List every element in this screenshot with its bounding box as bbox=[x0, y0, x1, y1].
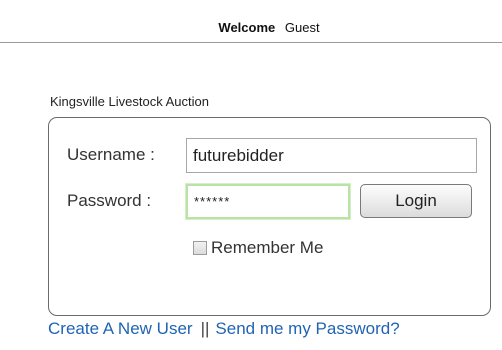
login-button[interactable]: Login bbox=[360, 184, 472, 218]
create-user-link[interactable]: Create A New User bbox=[48, 319, 193, 338]
welcome-bar: Welcome Guest bbox=[0, 20, 502, 35]
welcome-label: Welcome bbox=[218, 20, 276, 35]
remember-me-label[interactable]: Remember Me bbox=[211, 238, 323, 258]
account-links: Create A New User || Send me my Password? bbox=[48, 319, 400, 339]
username-input[interactable] bbox=[186, 138, 477, 173]
login-page: Welcome Guest Kingsville Livestock Aucti… bbox=[0, 0, 502, 350]
password-input[interactable] bbox=[186, 184, 350, 219]
username-label: Username : bbox=[67, 145, 155, 164]
password-label: Password : bbox=[67, 191, 152, 210]
remember-me[interactable]: Remember Me bbox=[193, 238, 323, 258]
remember-me-checkbox[interactable] bbox=[193, 241, 207, 255]
user-name: Guest bbox=[284, 20, 320, 35]
section-title: Kingsville Livestock Auction bbox=[50, 94, 209, 109]
link-separator: || bbox=[200, 319, 210, 338]
send-password-link[interactable]: Send me my Password? bbox=[215, 319, 399, 338]
header-divider bbox=[0, 42, 502, 43]
